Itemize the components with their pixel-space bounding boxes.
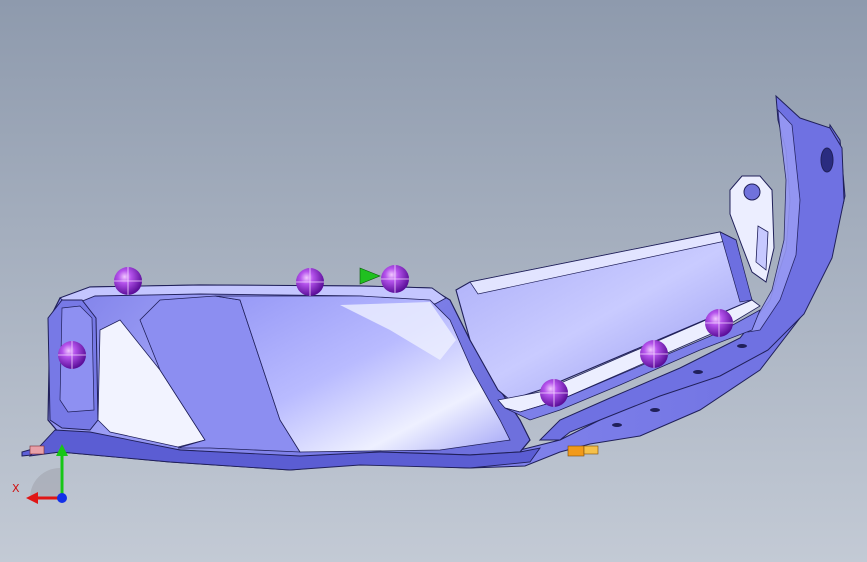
pink-tab-feature (29, 445, 45, 455)
cad-3d-viewport[interactable]: X (0, 0, 867, 562)
sphere-marker-icon[interactable] (705, 309, 733, 337)
sphere-marker-icon[interactable] (540, 379, 568, 407)
wall-hole (820, 147, 834, 173)
orange-tab-feature (567, 445, 585, 457)
flange-hole (737, 344, 747, 348)
flange-hole (612, 423, 622, 427)
sphere-marker-icon[interactable] (296, 268, 324, 296)
sphere-marker-icon[interactable] (381, 265, 409, 293)
flange-hole (693, 370, 703, 374)
flange-hole (650, 408, 660, 412)
z-axis-dot-icon (57, 493, 67, 503)
model-canvas[interactable] (0, 0, 867, 562)
x-axis-label: X (12, 482, 20, 495)
yellow-tab-feature (583, 445, 599, 455)
sphere-marker-icon[interactable] (640, 340, 668, 368)
sphere-marker-icon[interactable] (114, 267, 142, 295)
sphere-marker-icon[interactable] (58, 341, 86, 369)
